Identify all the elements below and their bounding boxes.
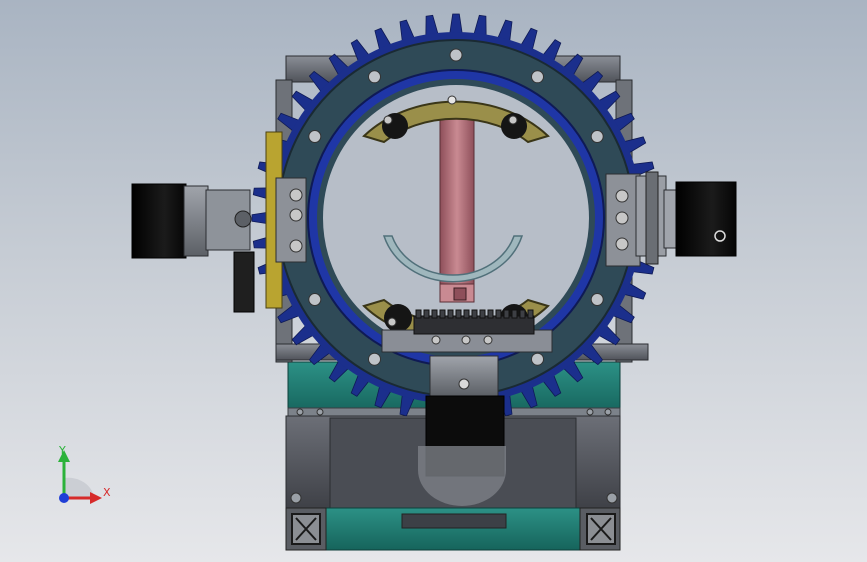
- y-axis-label: Y: [58, 444, 66, 457]
- cad-model-scene: Y X: [58, 13, 737, 551]
- right-bracket-bolt-low: [615, 237, 629, 251]
- ring-bolt: [590, 293, 604, 306]
- left-gearbox-hub: [234, 210, 252, 228]
- ring-bolt: [531, 352, 544, 366]
- left-clamp: [233, 251, 255, 313]
- pinion-bolt-b: [461, 335, 471, 345]
- right-bracket-bolt-top: [615, 189, 629, 203]
- coordinate-triad: Y X: [58, 444, 111, 504]
- bottom-motor-bolt: [458, 378, 470, 390]
- bearing-block-left: [291, 513, 321, 545]
- shaft-key: [453, 287, 467, 301]
- bottom-bolt-left: [387, 317, 397, 327]
- left-motor-adapter: [183, 185, 209, 257]
- right-side-drive[interactable]: [605, 171, 737, 267]
- pinion-tooth: [447, 309, 454, 319]
- pinion-tooth: [479, 309, 486, 319]
- x-axis-label: X: [103, 486, 111, 499]
- ring-bolt: [449, 48, 463, 62]
- right-motor: [675, 181, 737, 257]
- pinion-tooth: [495, 309, 502, 319]
- pinion-tooth: [455, 309, 462, 319]
- bottom-motor-flange: [429, 355, 499, 397]
- left-motor: [131, 183, 187, 259]
- ring-bolt: [368, 352, 381, 366]
- pinion-tooth: [511, 309, 518, 319]
- z-axis-dot: [59, 493, 69, 503]
- pinion-tooth: [439, 309, 446, 319]
- right-bracket-bolt-mid: [615, 211, 629, 225]
- top-bolt-left: [383, 115, 393, 125]
- pinion-gear: [413, 315, 535, 335]
- ring-bolt: [531, 70, 544, 84]
- top-bolt-right: [508, 115, 518, 125]
- pinion-tooth: [463, 309, 470, 319]
- bottom-roller-left: [384, 304, 412, 332]
- pinion-tooth: [527, 309, 534, 319]
- pinion-bolt-c: [483, 335, 493, 345]
- triad-plane-arc: [64, 477, 94, 498]
- pinion-tooth: [487, 309, 494, 319]
- bottom-motor[interactable]: [418, 355, 506, 506]
- top-segment-hole: [447, 95, 457, 105]
- ring-bolt: [368, 70, 381, 84]
- x-axis-arrow: [90, 492, 102, 504]
- pinion-tooth: [431, 309, 438, 319]
- pinion-tooth: [423, 309, 430, 319]
- base-foot-slot: [401, 513, 507, 529]
- pinion-tooth: [519, 309, 526, 319]
- left-bracket-bolt-top: [289, 188, 303, 202]
- pinion-tooth: [471, 309, 478, 319]
- left-side-drive[interactable]: [131, 131, 307, 313]
- ring-bolt: [590, 130, 604, 143]
- left-bracket-bolt-low: [289, 239, 303, 253]
- shaft-body: [439, 113, 475, 295]
- ring-bolt: [308, 130, 322, 143]
- pinion-tooth: [503, 309, 510, 319]
- bearing-block-right: [586, 513, 616, 545]
- ring-bolt: [308, 293, 322, 306]
- cad-viewport[interactable]: Y X: [0, 0, 867, 562]
- left-bracket-bolt-mid: [289, 208, 303, 222]
- pinion-teeth: [415, 309, 534, 319]
- pinion-bolt-a: [431, 335, 441, 345]
- pinion-tooth: [415, 309, 422, 319]
- right-coupling-teeth: [645, 171, 659, 265]
